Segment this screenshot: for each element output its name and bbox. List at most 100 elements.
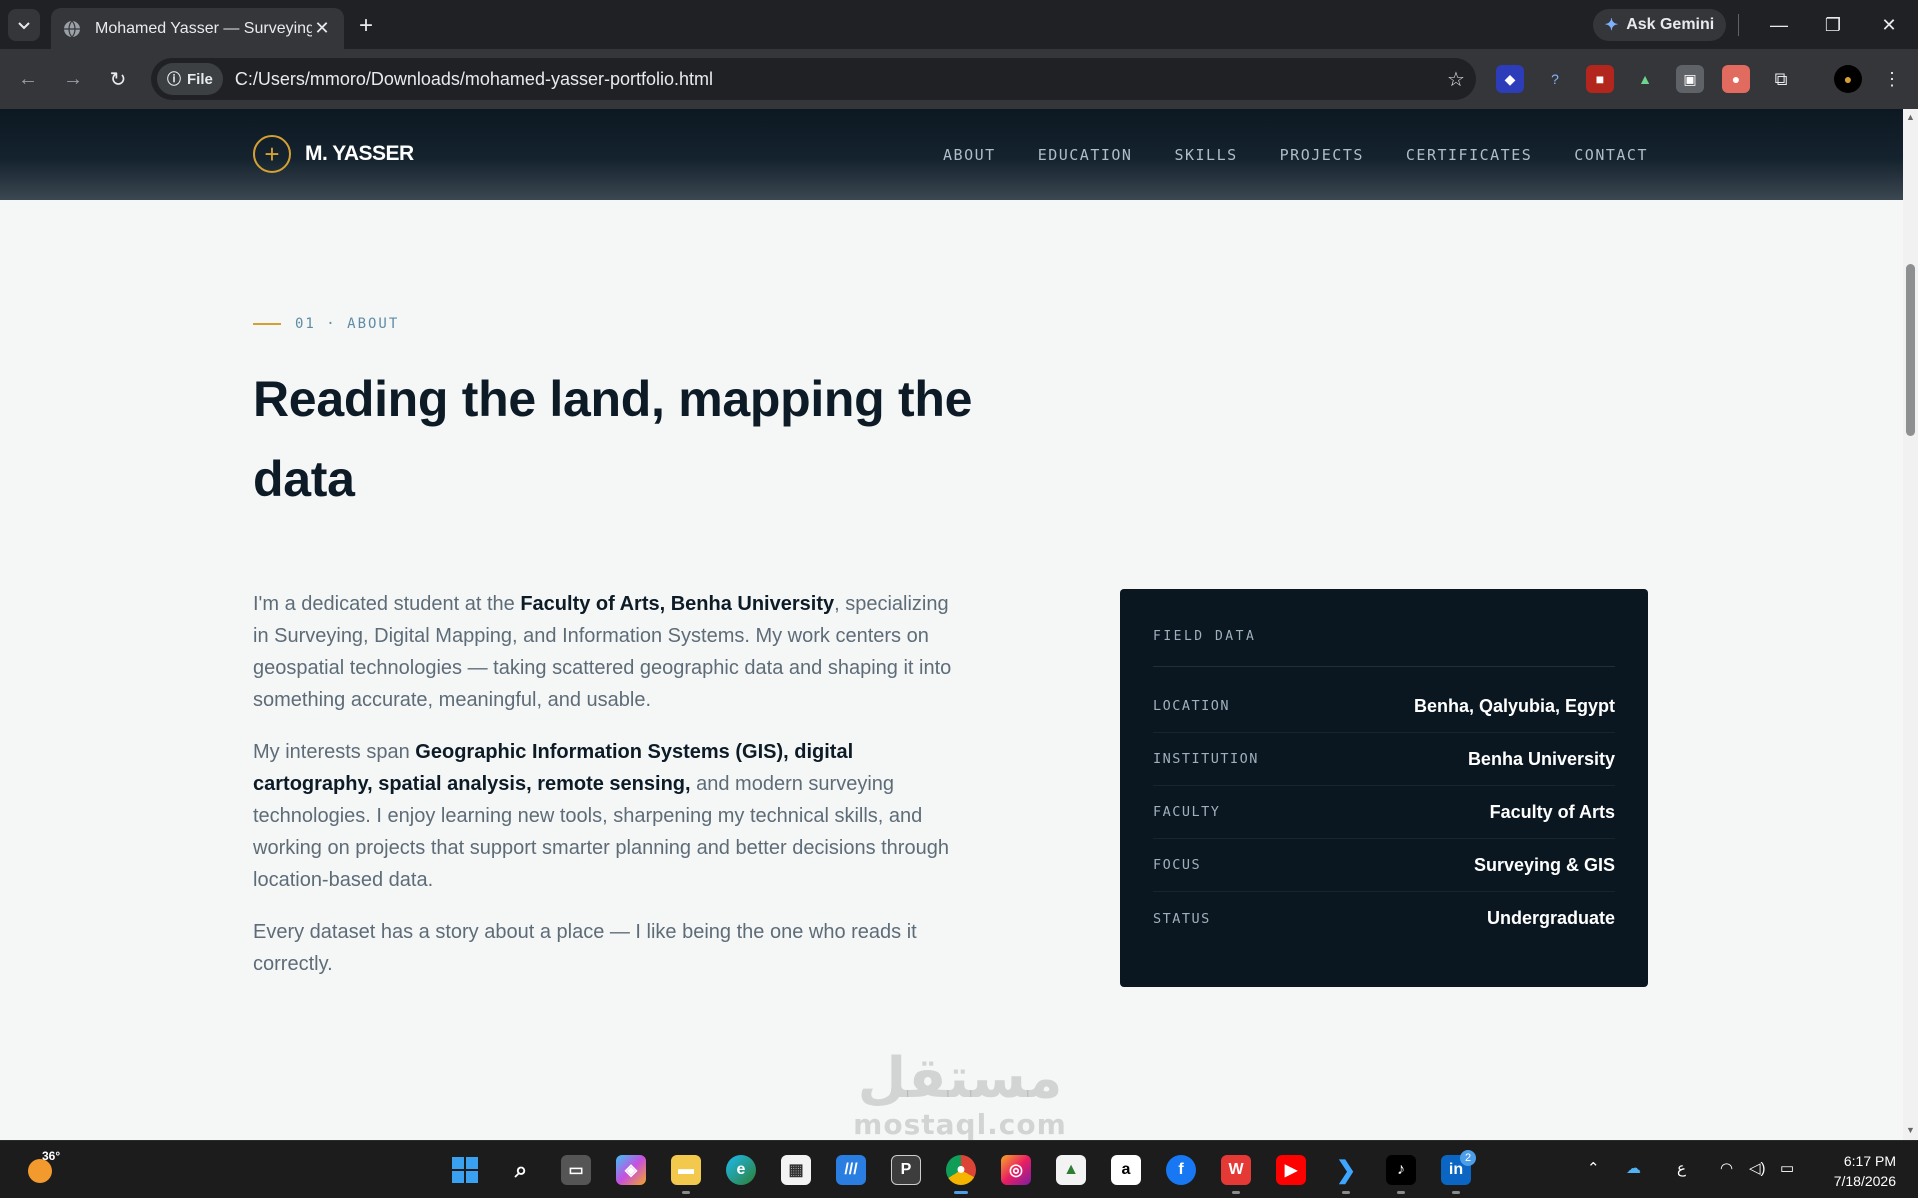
about-heading: Reading the land, mapping the data — [253, 359, 1053, 519]
main-nav: ABOUT EDUCATION SKILLS PROJECTS CERTIFIC… — [943, 146, 1648, 164]
scroll-down-icon[interactable]: ▼ — [1905, 1125, 1916, 1137]
scrollbar-thumb[interactable] — [1906, 264, 1915, 436]
address-bar[interactable]: ⓘ File C:/Users/mmoro/Downloads/mohamed-… — [151, 58, 1476, 100]
app-pen-icon[interactable]: P — [891, 1155, 921, 1185]
app-chart-icon[interactable]: ▲ — [1056, 1155, 1086, 1185]
close-window-icon[interactable]: ✕ — [1866, 10, 1912, 40]
wps-icon[interactable]: W — [1221, 1155, 1251, 1185]
browser-menu-icon[interactable]: ⋮ — [1878, 65, 1906, 93]
about-body: I'm a dedicated student at the Faculty o… — [253, 588, 953, 1000]
store-icon[interactable]: ▦ — [781, 1155, 811, 1185]
browser-toolbar: ← → ↻ ⓘ File C:/Users/mmoro/Downloads/mo… — [0, 49, 1918, 109]
field-key: FOCUS — [1153, 857, 1202, 873]
extension-popcorn-icon[interactable]: ● — [1722, 65, 1750, 93]
facebook-icon[interactable]: f — [1166, 1155, 1196, 1185]
card-title: FIELD DATA — [1153, 629, 1615, 667]
onedrive-icon[interactable]: ☁ — [1626, 1159, 1641, 1177]
tray-chevron-icon[interactable]: ⌃ — [1587, 1159, 1600, 1177]
field-row-status: STATUS Undergraduate — [1153, 892, 1615, 945]
search-icon[interactable]: ⌕ — [506, 1155, 536, 1185]
info-icon: ⓘ — [167, 71, 181, 87]
field-row-focus: FOCUS Surveying & GIS — [1153, 839, 1615, 892]
field-row-institution: INSTITUTION Benha University — [1153, 733, 1615, 786]
reload-icon[interactable]: ↻ — [102, 63, 134, 95]
extension-blue-icon[interactable]: ◆ — [1496, 65, 1524, 93]
about-paragraph-1: I'm a dedicated student at the Faculty o… — [253, 588, 953, 716]
system-clock[interactable]: 6:17 PM 7/18/2026 — [1834, 1151, 1896, 1191]
field-value: Undergraduate — [1486, 908, 1615, 928]
nav-certificates[interactable]: CERTIFICATES — [1406, 146, 1532, 164]
nav-education[interactable]: EDUCATION — [1038, 146, 1133, 164]
tab-search-button[interactable] — [8, 9, 40, 41]
linkedin-badge: 2 — [1460, 1150, 1476, 1166]
windows-taskbar: 36° ⌕ ▭ ◈ ▬ e ▦ /// P ● ◎ ▲ a f W ▶ ❯ ♪ … — [0, 1140, 1918, 1198]
p2-text: My interests span — [253, 741, 416, 763]
field-key: INSTITUTION — [1153, 751, 1259, 767]
ask-gemini-button[interactable]: ✦ Ask Gemini — [1593, 9, 1726, 41]
weather-widget[interactable]: 36° — [28, 1149, 61, 1183]
field-row-location: LOCATION Benha, Qalyubia, Egypt — [1153, 680, 1615, 733]
forward-arrow-icon[interactable]: → — [57, 63, 89, 95]
bookmark-star-icon[interactable]: ☆ — [1436, 67, 1476, 92]
wifi-icon[interactable]: ◠ — [1720, 1159, 1733, 1177]
copilot-icon[interactable]: ◈ — [616, 1155, 646, 1185]
site-info-chip[interactable]: ⓘ File — [157, 63, 223, 95]
about-paragraph-2: My interests span Geographic Information… — [253, 736, 953, 896]
running-indicator — [1397, 1191, 1405, 1194]
section-tag-label: 01 · ABOUT — [295, 316, 400, 332]
globe-icon — [64, 20, 80, 37]
running-indicator — [1232, 1191, 1240, 1194]
file-explorer-icon[interactable]: ▬ — [671, 1155, 701, 1185]
brand-logo[interactable]: + M. YASSER — [253, 135, 414, 173]
ask-gemini-label: Ask Gemini — [1626, 16, 1715, 33]
extension-help-icon[interactable]: ? — [1541, 65, 1569, 93]
app-blue-icon[interactable]: /// — [836, 1155, 866, 1185]
task-view-icon[interactable]: ▭ — [561, 1155, 591, 1185]
running-indicator — [682, 1191, 690, 1194]
back-arrow-icon[interactable]: ← — [12, 63, 44, 95]
vscode-icon[interactable]: ❯ — [1331, 1155, 1361, 1185]
running-indicator — [1342, 1191, 1350, 1194]
separator — [1738, 14, 1739, 36]
input-language[interactable]: ع — [1677, 1159, 1686, 1177]
extension-gray-icon[interactable]: ▣ — [1676, 65, 1704, 93]
extension-red-icon[interactable]: ■ — [1586, 65, 1614, 93]
amazon-icon[interactable]: a — [1111, 1155, 1141, 1185]
gemini-sparkle-icon: ✦ — [1604, 17, 1619, 34]
page-scrollbar[interactable]: ▲ ▼ — [1903, 109, 1918, 1140]
youtube-icon[interactable]: ▶ — [1276, 1155, 1306, 1185]
extension-chart-icon[interactable]: ▲ — [1631, 65, 1659, 93]
running-indicator — [1452, 1191, 1460, 1194]
nav-contact[interactable]: CONTACT — [1574, 146, 1648, 164]
about-paragraph-3: Every dataset has a story about a place … — [253, 921, 917, 975]
tiktok-icon[interactable]: ♪ — [1386, 1155, 1416, 1185]
nav-projects[interactable]: PROJECTS — [1280, 146, 1364, 164]
url-text[interactable]: C:/Users/mmoro/Downloads/mohamed-yasser-… — [235, 69, 1436, 90]
nav-skills[interactable]: SKILLS — [1174, 146, 1237, 164]
profile-avatar[interactable]: ● — [1834, 65, 1862, 93]
instagram-icon[interactable]: ◎ — [1001, 1155, 1031, 1185]
scroll-up-icon[interactable]: ▲ — [1905, 112, 1916, 124]
nav-about[interactable]: ABOUT — [943, 146, 996, 164]
watermark-arabic: مستقل — [857, 1046, 1063, 1111]
weather-temp: 36° — [42, 1149, 61, 1163]
windows-start-icon[interactable] — [450, 1155, 480, 1185]
heading-line-1: Reading the land, mapping the — [253, 371, 973, 427]
tab-title: Mohamed Yasser — Surveying — [95, 19, 312, 37]
tab-close-icon[interactable]: ✕ — [312, 18, 332, 39]
chevron-down-icon — [18, 22, 30, 30]
browser-tabbar: Mohamed Yasser — Surveying ✕ + ✦ Ask Gem… — [0, 0, 1918, 49]
edge-icon[interactable]: e — [726, 1155, 756, 1185]
minimize-icon[interactable]: — — [1756, 10, 1802, 40]
field-key: FACULTY — [1153, 804, 1221, 820]
browser-tab-active[interactable]: Mohamed Yasser — Surveying ✕ — [51, 8, 344, 49]
restore-icon[interactable]: ❐ — [1810, 10, 1856, 40]
volume-icon[interactable]: ◁) — [1749, 1159, 1766, 1177]
extensions-puzzle-icon[interactable]: ⧉ — [1767, 65, 1795, 93]
new-tab-button[interactable]: + — [352, 12, 380, 40]
p1-highlight: Faculty of Arts, Benha University — [520, 593, 835, 615]
battery-icon[interactable]: ▭ — [1780, 1159, 1794, 1177]
site-header: + M. YASSER ABOUT EDUCATION SKILLS PROJE… — [0, 109, 1903, 200]
active-indicator — [954, 1191, 968, 1194]
chrome-icon[interactable]: ● — [946, 1155, 976, 1185]
